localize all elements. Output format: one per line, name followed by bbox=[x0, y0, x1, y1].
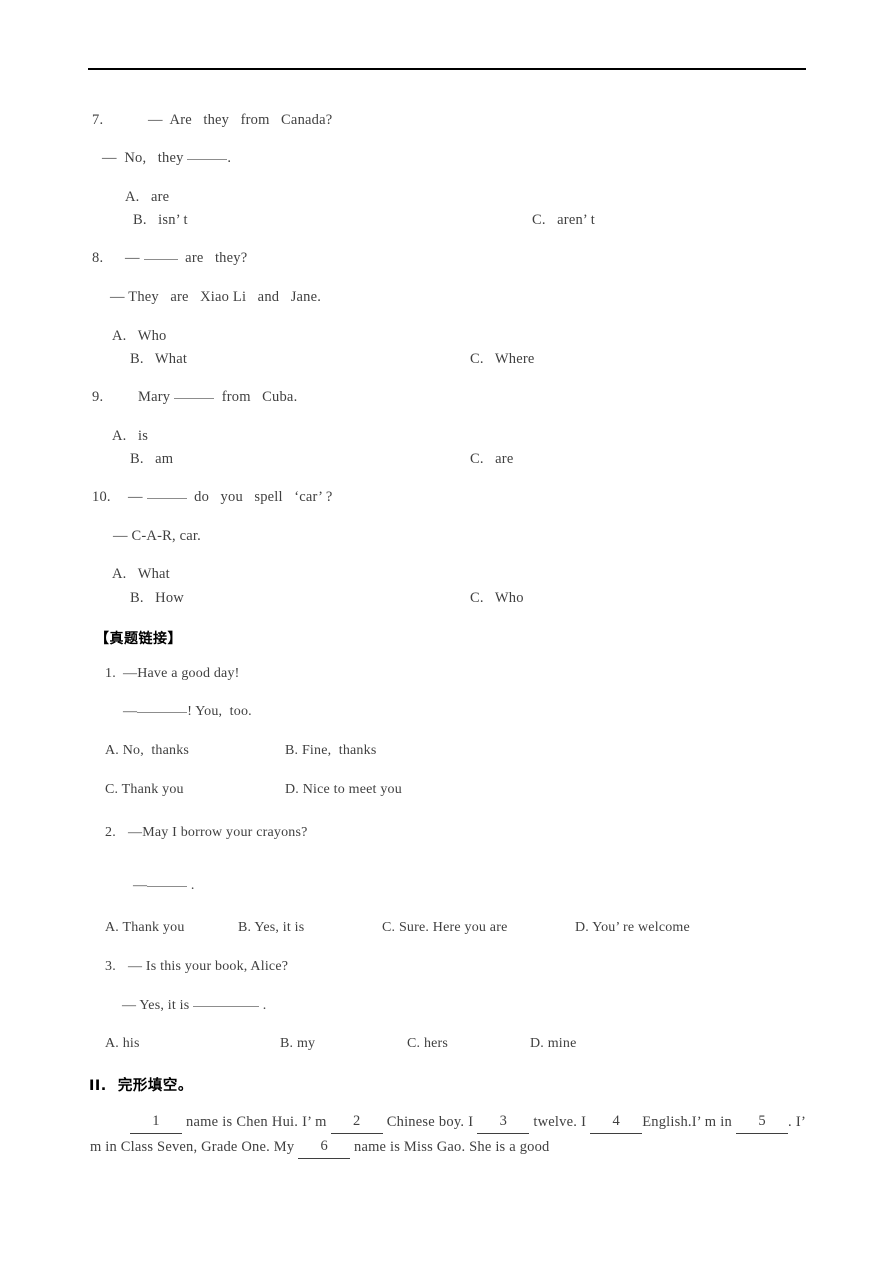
cloze-seg-2: Chinese boy. I bbox=[382, 1114, 478, 1130]
cloze-blank-5[interactable]: 5 bbox=[736, 1109, 789, 1134]
real-exam-item-2-stem: —May I borrow your crayons? bbox=[128, 825, 308, 840]
cloze-blank-6[interactable]: 6 bbox=[298, 1134, 351, 1159]
real-exam-item-2-number: 2. bbox=[105, 825, 116, 840]
question-7-option-b[interactable]: B. isn’ t bbox=[133, 213, 188, 228]
question-9-number: 9. bbox=[92, 389, 104, 405]
real-exam-item-1-stem: —Have a good day! bbox=[123, 666, 240, 681]
cloze-seg-4: English. bbox=[642, 1114, 692, 1130]
real-exam-item-2-option-c[interactable]: C. Sure. Here you are bbox=[382, 921, 508, 935]
question-7-option-c[interactable]: C. aren’ t bbox=[532, 213, 595, 228]
question-10-option-b[interactable]: B. How bbox=[130, 591, 184, 606]
question-8-blank bbox=[143, 259, 178, 260]
question-8-option-b[interactable]: B. What bbox=[130, 352, 187, 367]
question-10-stem-post: do you spell ‘car’ ? bbox=[186, 489, 333, 505]
question-8-number: 8. bbox=[92, 250, 104, 266]
cloze-seg-1: name is Chen Hui. I’ m bbox=[182, 1114, 331, 1130]
cloze-blank-2[interactable]: 2 bbox=[330, 1109, 383, 1134]
real-exam-item-1-option-a[interactable]: A. No, thanks bbox=[105, 744, 189, 758]
question-9-blank bbox=[174, 398, 215, 399]
question-8-stem-post: are they? bbox=[177, 250, 248, 266]
real-exam-item-2-answer-post: . bbox=[187, 878, 195, 893]
real-exam-item-3-answer-pre: — Yes, it is bbox=[122, 998, 194, 1013]
worksheet-page: 7. — Are they from Canada? — No, they . … bbox=[0, 0, 892, 1262]
cloze-blank-4[interactable]: 4 bbox=[590, 1109, 643, 1134]
real-exam-item-1-answer-line: — ! You, too. bbox=[123, 705, 252, 719]
question-10-number: 10. bbox=[92, 489, 111, 505]
question-10-blank bbox=[146, 498, 187, 499]
cloze-seg-7: name is Miss Gao. She is a good bbox=[350, 1139, 550, 1155]
cloze-passage: 1 name is Chen Hui. I’ m 2 Chinese boy. … bbox=[90, 1110, 806, 1160]
real-exam-item-2-option-d[interactable]: D. You’ re welcome bbox=[575, 921, 690, 935]
real-exam-item-1-answer-pre: — bbox=[123, 704, 138, 719]
question-9-option-c[interactable]: C. are bbox=[470, 452, 513, 467]
question-10-stem: — do you spell ‘car’ ? bbox=[128, 490, 333, 505]
question-10-option-a[interactable]: A. What bbox=[112, 567, 170, 582]
real-exam-item-2-option-b[interactable]: B. Yes, it is bbox=[238, 921, 304, 935]
real-exam-item-3-answer-line: — Yes, it is . bbox=[122, 999, 266, 1013]
real-exam-item-3-blank bbox=[193, 1006, 260, 1007]
real-exam-item-1-option-d[interactable]: D. Nice to meet you bbox=[285, 783, 402, 797]
question-7-number: 7. bbox=[92, 112, 104, 128]
question-7-stem: — Are they from Canada? bbox=[148, 112, 333, 128]
question-10-option-c[interactable]: C. Who bbox=[470, 591, 524, 606]
real-exam-item-2-answer-line: — . bbox=[133, 879, 195, 893]
real-exam-item-3-option-c[interactable]: C. hers bbox=[407, 1037, 448, 1051]
real-exam-item-1-answer-post: ! You, too. bbox=[187, 704, 252, 719]
real-exam-item-3-option-a[interactable]: A. his bbox=[105, 1037, 140, 1051]
cloze-seg-3: twelve. I bbox=[529, 1114, 591, 1130]
cloze-seg-5: I’ m in bbox=[691, 1114, 737, 1130]
question-7-blank bbox=[187, 159, 228, 160]
real-exam-item-3-option-d[interactable]: D. mine bbox=[530, 1037, 577, 1051]
cloze-blank-3[interactable]: 3 bbox=[477, 1109, 530, 1134]
question-7-answer-tail: . bbox=[227, 150, 232, 166]
question-9-option-b[interactable]: B. am bbox=[130, 452, 173, 467]
header-divider-rule bbox=[88, 68, 806, 70]
question-7-option-a[interactable]: A. are bbox=[125, 190, 169, 205]
question-9-stem-pre: Mary bbox=[138, 389, 175, 405]
real-exam-item-1-number: 1. bbox=[105, 666, 116, 681]
question-7-answer-line: — No, they . bbox=[102, 151, 231, 166]
real-exam-item-1-option-b[interactable]: B. Fine, thanks bbox=[285, 744, 376, 758]
question-10-answer-line: — C-A-R, car. bbox=[113, 528, 201, 544]
real-exam-item-3-option-b[interactable]: B. my bbox=[280, 1037, 315, 1051]
real-exam-item-1-option-c[interactable]: C. Thank you bbox=[105, 783, 184, 797]
cloze-section-heading: II. 完形填空。 bbox=[89, 1078, 193, 1094]
question-9-stem: Mary from Cuba. bbox=[138, 390, 297, 405]
question-8-stem: — are they? bbox=[125, 251, 247, 266]
question-8-option-a[interactable]: A. Who bbox=[112, 329, 167, 344]
question-8-stem-pre: — bbox=[125, 250, 144, 266]
real-exam-item-1-blank bbox=[137, 712, 188, 713]
question-9-option-a[interactable]: A. is bbox=[112, 429, 148, 444]
real-exam-section-heading: 【真题链接】 bbox=[95, 631, 182, 647]
cloze-blank-1[interactable]: 1 bbox=[130, 1109, 182, 1134]
real-exam-item-2-answer-pre: — bbox=[133, 878, 148, 893]
question-8-answer-line: — They are Xiao Li and Jane. bbox=[110, 289, 322, 305]
real-exam-item-2-option-a[interactable]: A. Thank you bbox=[105, 921, 185, 935]
real-exam-item-3-answer-post: . bbox=[259, 998, 267, 1013]
real-exam-item-2-blank bbox=[147, 886, 188, 887]
real-exam-item-3-stem: — Is this your book, Alice? bbox=[128, 959, 289, 974]
question-8-option-c[interactable]: C. Where bbox=[470, 352, 535, 367]
question-9-stem-post: from Cuba. bbox=[214, 389, 298, 405]
real-exam-item-3-number: 3. bbox=[105, 959, 116, 974]
question-7-answer-text: — No, they bbox=[102, 150, 188, 166]
question-10-stem-pre: — bbox=[128, 489, 147, 505]
